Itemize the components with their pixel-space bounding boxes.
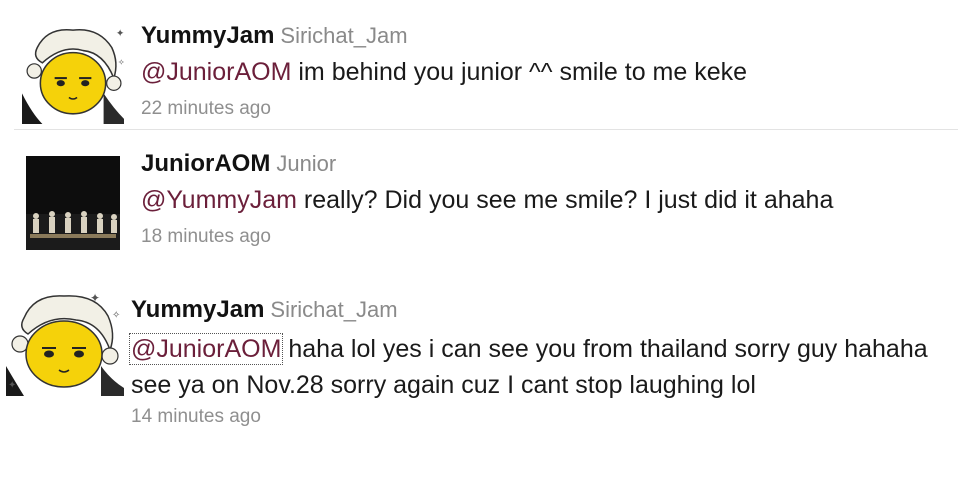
avatar[interactable]: ✦ ✧ ✦ xyxy=(6,288,124,396)
mention-link[interactable]: @JuniorAOM xyxy=(128,333,284,365)
mention-link[interactable]: @JuniorAOM xyxy=(141,58,291,86)
tweet-text: @JuniorAOM im behind you junior ^^ smile… xyxy=(141,58,747,87)
svg-text:✦: ✦ xyxy=(90,291,100,305)
timestamp-link[interactable]: 22 minutes ago xyxy=(141,98,271,120)
username-link[interactable]: JuniorAOM xyxy=(141,150,270,177)
tweet-body: im behind you junior ^^ smile to me keke xyxy=(291,58,748,86)
avatar[interactable] xyxy=(26,156,120,250)
tweet-header: YummyJam Sirichat_Jam xyxy=(131,296,398,324)
timestamp-link[interactable]: 14 minutes ago xyxy=(131,406,261,428)
svg-text:✦: ✦ xyxy=(116,28,124,39)
tweet-body: really? Did you see me smile? I just did… xyxy=(296,186,834,214)
band-stage-photo xyxy=(26,156,120,250)
mention-link[interactable]: @YummyJam xyxy=(141,186,297,214)
avatar[interactable]: ✦ ✧ xyxy=(22,22,124,124)
cartoon-face-icon: ✦ ✧ ✦ xyxy=(6,288,124,396)
cartoon-face-icon: ✦ ✧ xyxy=(22,22,124,124)
svg-text:✦: ✦ xyxy=(8,380,16,391)
realname: Sirichat_Jam xyxy=(280,23,408,48)
svg-text:✧: ✧ xyxy=(118,58,124,67)
tweet-text: @YummyJam really? Did you see me smile? … xyxy=(141,186,833,215)
divider xyxy=(14,129,958,130)
tweet-header: YummyJam Sirichat_Jam xyxy=(141,22,408,50)
tweet-text: @JuniorAOM haha lol yes i can see you fr… xyxy=(128,331,957,403)
timestamp-link[interactable]: 18 minutes ago xyxy=(141,226,271,248)
username-link[interactable]: YummyJam xyxy=(131,296,264,323)
realname: Sirichat_Jam xyxy=(270,297,398,322)
username-link[interactable]: YummyJam xyxy=(141,22,274,49)
svg-text:✧: ✧ xyxy=(112,310,120,321)
tweet-header: JuniorAOM Junior xyxy=(141,150,336,178)
realname: Junior xyxy=(276,151,337,176)
